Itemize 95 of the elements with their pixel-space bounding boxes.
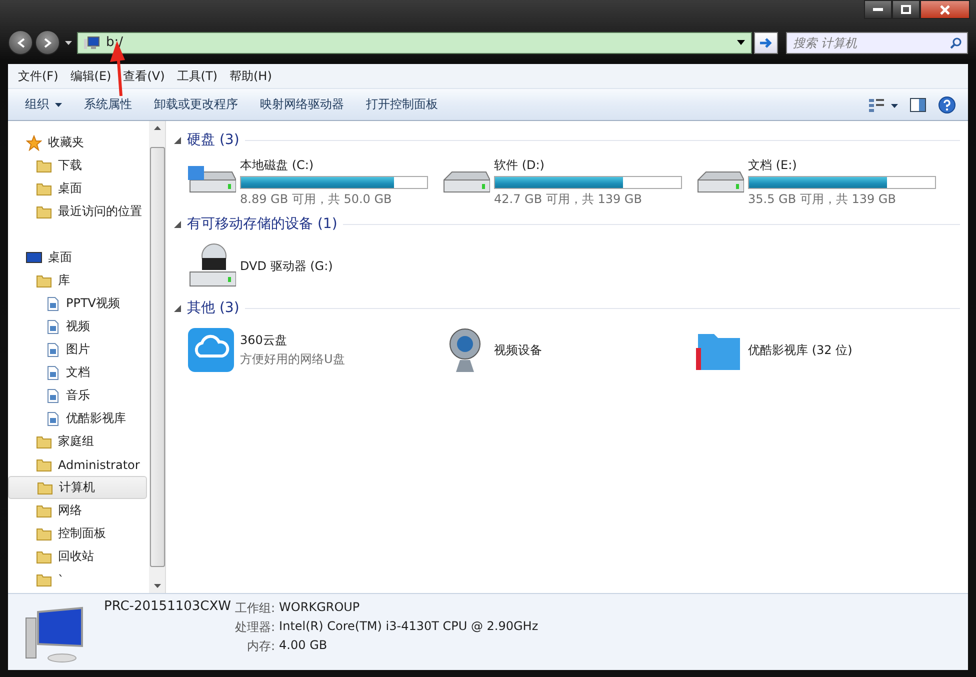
item-name[interactable]: 本地磁盘 (C:): [240, 156, 428, 174]
folder-icon: [36, 204, 52, 218]
group-header[interactable]: 其他 (3): [187, 299, 240, 317]
detail-label: 内存:: [246, 638, 276, 655]
sidebar-item[interactable]: PPTV视频: [8, 292, 147, 315]
item-detail: 42.7 GB 可用，共 139 GB: [494, 190, 643, 208]
close-icon: [939, 4, 951, 14]
item-name[interactable]: 文档 (E:): [748, 156, 936, 174]
folder-icon: [36, 572, 52, 586]
folder-icon: [36, 158, 52, 172]
folder-icon: [36, 504, 52, 518]
menu-item[interactable]: 查看(V): [117, 68, 171, 84]
cloud-app-icon: [186, 326, 236, 374]
collapse-icon[interactable]: [174, 220, 181, 228]
view-list-icon: [868, 98, 898, 112]
folder-icon: [36, 526, 52, 540]
sidebar-item[interactable]: 桌面: [8, 177, 147, 200]
item-name[interactable]: 优酷影视库 (32 位): [748, 342, 852, 358]
maximize-icon: [901, 5, 911, 14]
group-header[interactable]: 硬盘 (3): [187, 131, 240, 149]
collapse-icon[interactable]: [174, 136, 181, 144]
sidebar-item[interactable]: 回收站: [8, 545, 147, 568]
item-name[interactable]: DVD 驱动器 (G:): [240, 258, 333, 274]
document-icon: [46, 388, 60, 402]
detail-value: Intel(R) Core(TM) i3-4130T CPU @ 2.90GHz: [279, 619, 538, 635]
preview-pane-icon: [910, 98, 926, 112]
group-header[interactable]: 有可移动存储的设备 (1): [187, 215, 338, 233]
minimize-button[interactable]: [864, 0, 892, 19]
menu-item[interactable]: 工具(T): [170, 68, 224, 84]
folder-icon: [36, 274, 52, 288]
folder-icon: [37, 480, 53, 494]
folder-icon: [36, 434, 52, 448]
sidebar-item[interactable]: 控制面板: [8, 522, 147, 545]
document-icon: [46, 342, 60, 356]
item-detail: 35.5 GB 可用，共 139 GB: [748, 190, 897, 208]
sidebar-item[interactable]: 下载: [8, 154, 147, 177]
item-name[interactable]: 软件 (D:): [494, 156, 682, 174]
sidebar-item[interactable]: 文档: [8, 361, 147, 384]
caret-icon[interactable]: [65, 40, 72, 44]
minimize-icon: [873, 8, 883, 12]
item-detail: 方便好用的网络U盘: [240, 351, 345, 368]
sidebar-item[interactable]: 计算机: [8, 476, 147, 499]
go-button[interactable]: [754, 32, 778, 54]
search-field[interactable]: 搜索 计算机: [786, 32, 968, 54]
scroll-up-icon[interactable]: [154, 126, 160, 130]
toolbar-button[interactable]: 系统属性: [73, 96, 143, 113]
sidebar-item[interactable]: Administrator: [8, 453, 147, 476]
dropdown-icon[interactable]: [737, 40, 745, 45]
document-icon: [46, 296, 60, 310]
document-icon: [46, 412, 60, 426]
sidebar-item[interactable]: 桌面: [8, 246, 147, 269]
sidebar-item[interactable]: 最近访问的位置: [8, 200, 147, 223]
item-detail: 8.89 GB 可用，共 50.0 GB: [240, 190, 393, 208]
computer-icon: [84, 36, 100, 50]
folder-icon: [36, 550, 52, 564]
monitor-icon: [26, 250, 42, 264]
forward-button[interactable]: [35, 30, 60, 55]
scroll-down-icon[interactable]: [154, 584, 160, 588]
detail-label: 处理器:: [235, 619, 276, 636]
toolbar-button[interactable]: 打开控制面板: [355, 96, 449, 113]
computer-name: PRC-20151103CXW: [104, 599, 231, 614]
search-icon: [950, 36, 962, 48]
scrollbar[interactable]: [149, 121, 165, 593]
folder-icon: [36, 182, 52, 196]
menu-item[interactable]: 帮助(H): [224, 68, 278, 84]
address-field[interactable]: b:/: [77, 32, 752, 54]
help-icon: [938, 96, 956, 114]
collapse-icon[interactable]: [174, 304, 181, 312]
toolbar-button[interactable]: 组织: [14, 96, 73, 113]
arrow-icon: [759, 36, 773, 48]
sidebar-item[interactable]: 收藏夹: [8, 131, 147, 154]
item-name[interactable]: 视频设备: [494, 342, 542, 358]
toolbar-button[interactable]: 映射网络驱动器: [249, 96, 355, 113]
detail-label: 工作组:: [235, 600, 276, 617]
detail-value: 4.00 GB: [279, 638, 328, 654]
sidebar-item[interactable]: 网络: [8, 499, 147, 522]
sidebar-item[interactable]: `: [8, 568, 147, 591]
menu-item[interactable]: 编辑(E): [64, 68, 118, 84]
sidebar-item[interactable]: 音乐: [8, 384, 147, 407]
sidebar-item[interactable]: 库: [8, 269, 147, 292]
sidebar-item[interactable]: 视频: [8, 315, 147, 338]
document-icon: [46, 320, 60, 334]
folder-icon: [36, 458, 52, 472]
sidebar-item[interactable]: 家庭组: [8, 430, 147, 453]
detail-value: WORKGROUP: [279, 600, 361, 616]
document-icon: [46, 366, 60, 380]
star-icon: [26, 134, 42, 150]
sidebar-item[interactable]: 图片: [8, 338, 147, 361]
toolbar-button[interactable]: 卸载或更改程序: [143, 96, 249, 113]
item-name[interactable]: 360云盘: [240, 332, 345, 349]
back-button[interactable]: [8, 30, 33, 55]
menu-item[interactable]: 文件(F): [12, 68, 64, 84]
close-button[interactable]: [920, 0, 970, 19]
sidebar-item[interactable]: 优酷影视库: [8, 407, 147, 430]
maximize-button[interactable]: [892, 0, 920, 19]
